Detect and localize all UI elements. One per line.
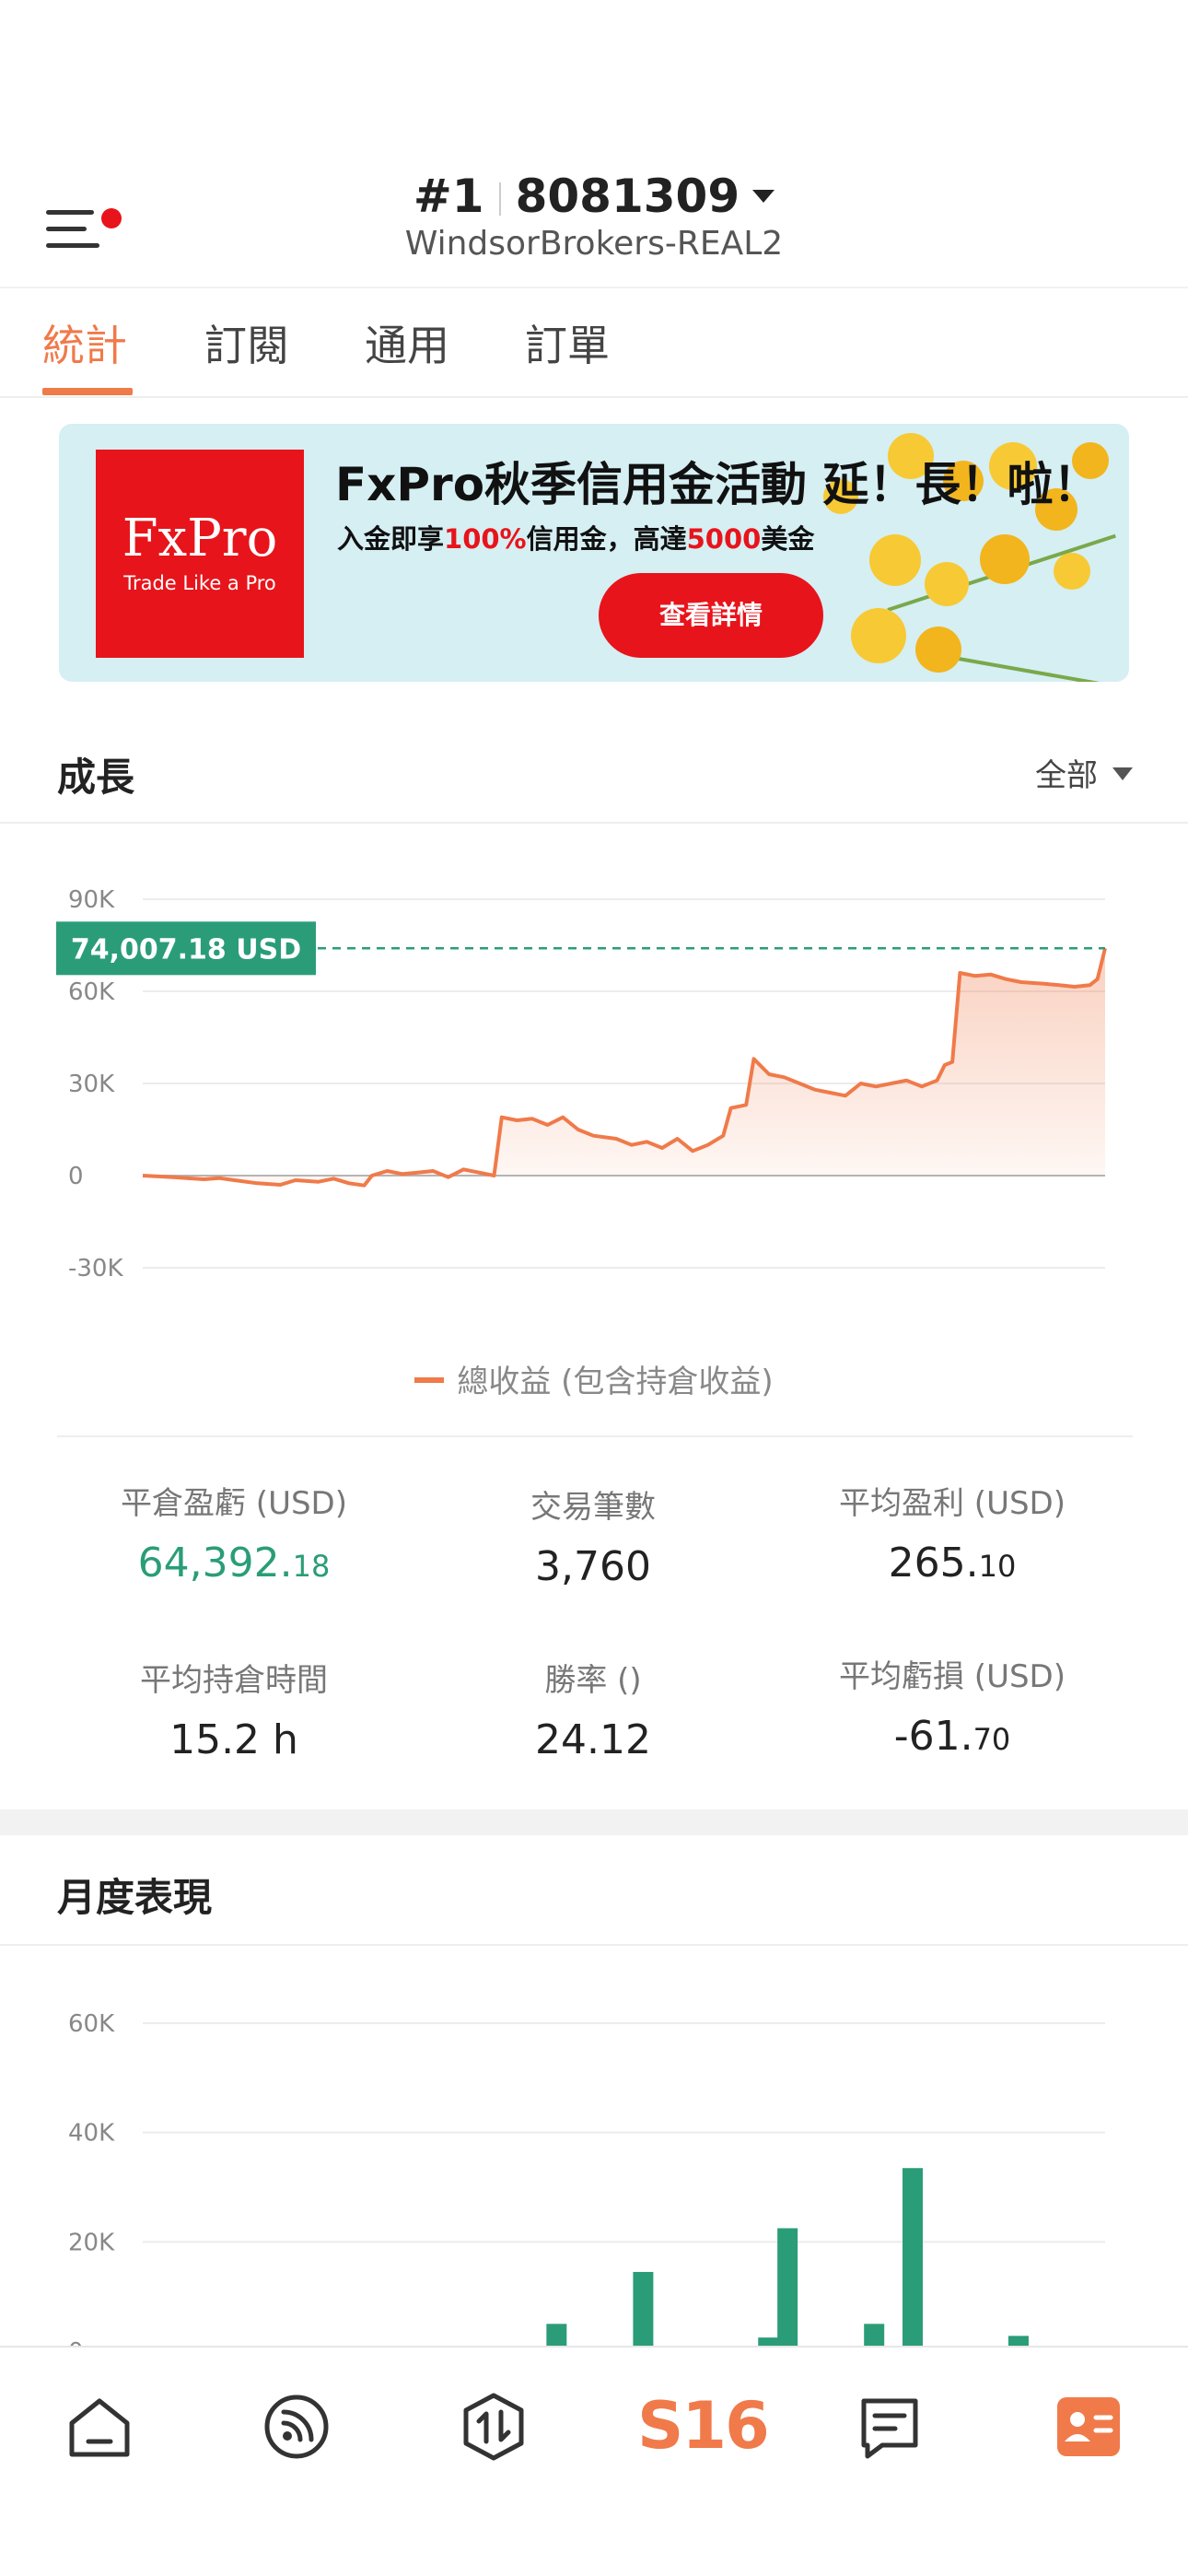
current-value-label: 74,007.18 USD: [71, 933, 301, 966]
stat-win-rate: 勝率 () 24.12: [535, 1662, 651, 1763]
growth-title: 成長: [57, 755, 135, 800]
bottom-navigation: S16: [0, 2346, 1188, 2576]
monthly-bar[interactable]: [903, 2168, 923, 2346]
stat-avg-loss: 平均虧損 (USD) -61.70: [839, 1658, 1066, 1760]
monthly-bar[interactable]: [633, 2271, 654, 2346]
tab-general[interactable]: 通用: [365, 312, 449, 373]
y-tick-label: 60K: [68, 978, 115, 1006]
y-tick-label: 0: [68, 2338, 84, 2346]
account-rank: #1: [413, 170, 484, 223]
y-tick-label: 0: [68, 1163, 84, 1190]
y-tick-label: 90K: [68, 886, 115, 914]
monthly-section-header: 月度表現: [0, 1835, 1188, 1946]
growth-section-header: 成長 全部: [0, 713, 1188, 824]
chart-legend: 總收益 (包含持倉收益): [0, 1356, 1188, 1401]
feed-icon[interactable]: [262, 2392, 332, 2462]
monthly-title: 月度表現: [57, 1875, 213, 1920]
trade-icon[interactable]: [459, 2392, 529, 2462]
y-tick-label: -30K: [68, 1255, 123, 1282]
tab-stats[interactable]: 統計: [42, 312, 127, 373]
tab-orders[interactable]: 訂單: [525, 312, 610, 373]
chevron-down-icon: [752, 190, 775, 203]
divider: [57, 1435, 1133, 1437]
monthly-chart: 60K 40K 20K 0: [68, 2010, 1105, 2347]
profile-card-icon[interactable]: [1054, 2392, 1124, 2462]
view-details-button[interactable]: 查看詳情: [599, 573, 823, 658]
active-tab-indicator: [42, 388, 133, 395]
fxpro-logo: FxPro Trade Like a Pro: [96, 450, 304, 658]
account-number: 8081309: [515, 170, 740, 223]
s16-logo[interactable]: S16: [637, 2388, 770, 2464]
stat-trades: 交易筆數 3,760: [530, 1489, 656, 1590]
banner-title: FxPro秋季信用金活動 延！長！啦！: [335, 458, 1100, 511]
y-tick-label: 60K: [68, 2010, 115, 2038]
y-tick-label: 30K: [68, 1071, 115, 1098]
messages-icon[interactable]: [855, 2392, 925, 2462]
monthly-bar[interactable]: [1007, 2336, 1029, 2346]
home-icon[interactable]: [64, 2392, 134, 2462]
tab-bar: 統計 訂閱 通用 訂單: [0, 287, 1188, 398]
growth-chart: 90K60K30K0-30K10 Nov23 Jul24 Feb01 Oct74…: [56, 886, 1107, 1282]
section-separator: [0, 1809, 1188, 1835]
caret-down-icon: [1112, 767, 1133, 780]
monthly-bar[interactable]: [864, 2324, 885, 2346]
account-header: #1 8081309 WindsorBrokers-REAL2: [0, 157, 1188, 286]
stat-avg-hold-time: 平均持倉時間 15.2 h: [140, 1662, 328, 1763]
banner-subtitle: 入金即享100%信用金，高達5000美金: [337, 523, 815, 555]
period-filter[interactable]: 全部: [1035, 750, 1133, 795]
broker-name: WindsorBrokers-REAL2: [404, 225, 784, 263]
y-tick-label: 20K: [68, 2229, 115, 2256]
stat-avg-profit: 平均盈利 (USD) 265.10: [839, 1485, 1066, 1587]
legend-swatch: [414, 1377, 445, 1383]
monthly-bar[interactable]: [546, 2324, 567, 2346]
y-tick-label: 40K: [68, 2120, 115, 2148]
promo-banner[interactable]: FxPro Trade Like a Pro FxPro秋季信用金活動 延！長！…: [59, 424, 1129, 682]
monthly-bar[interactable]: [758, 2337, 779, 2346]
stat-realized-pnl: 平倉盈虧 (USD) 64,392.18: [121, 1485, 347, 1587]
tab-subscribe[interactable]: 訂閱: [204, 312, 289, 373]
monthly-bar[interactable]: [777, 2228, 798, 2347]
account-selector[interactable]: #1 8081309: [0, 170, 1188, 223]
